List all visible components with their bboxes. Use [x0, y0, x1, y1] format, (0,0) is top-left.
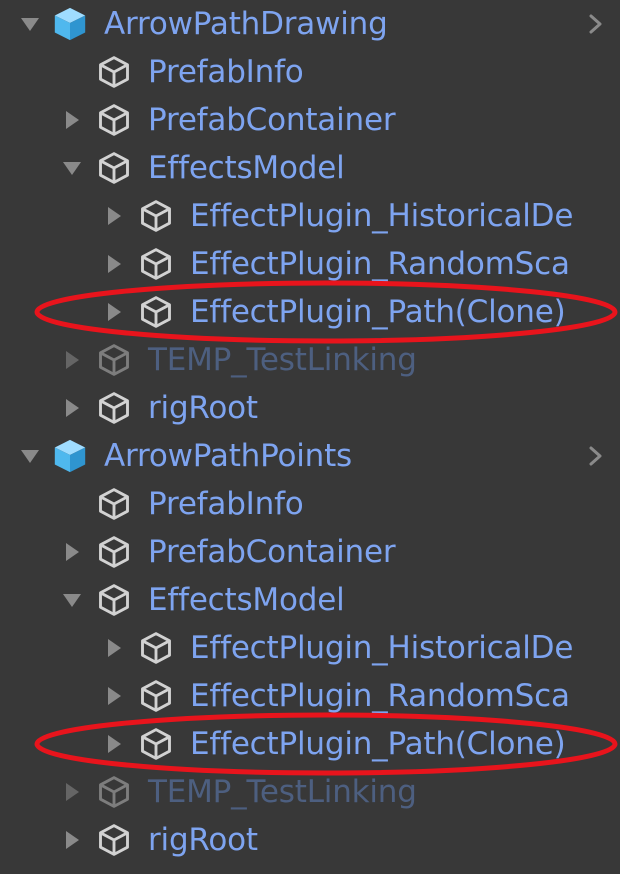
- gameobject-icon: [136, 196, 176, 236]
- gameobject-icon: [94, 484, 134, 524]
- hierarchy-root-arrowpathpoints[interactable]: ArrowPathPoints: [0, 432, 620, 480]
- chevron-right-icon[interactable]: [584, 12, 608, 36]
- hierarchy-item-label: TEMP_TestLinking: [148, 342, 417, 378]
- gameobject-icon: [94, 580, 134, 620]
- chevron-right-icon[interactable]: [584, 444, 608, 468]
- hierarchy-item-label: PrefabContainer: [148, 102, 396, 138]
- gameobject-icon: [94, 148, 134, 188]
- gameobject-icon: [94, 388, 134, 428]
- hierarchy-tree: ArrowPathDrawing PrefabInfo PrefabContaine…: [0, 0, 620, 874]
- hierarchy-item-label: PrefabContainer: [148, 534, 396, 570]
- hierarchy-root-arrowpathdrawing[interactable]: ArrowPathDrawing: [0, 0, 620, 48]
- hierarchy-item-effectplugin-path-clone[interactable]: EffectPlugin_Path(Clone): [0, 720, 620, 768]
- expanded-arrow-icon[interactable]: [60, 156, 84, 180]
- collapsed-arrow-icon[interactable]: [102, 204, 126, 228]
- hierarchy-item-prefabinfo[interactable]: PrefabInfo: [0, 48, 620, 96]
- hierarchy-item-label: rigRoot: [148, 390, 258, 426]
- prefab-icon: [50, 4, 90, 44]
- gameobject-icon: [94, 772, 134, 812]
- hierarchy-item-label: rigRoot: [148, 822, 258, 858]
- hierarchy-item-prefabcontainer[interactable]: PrefabContainer: [0, 528, 620, 576]
- hierarchy-item-label: TEMP_TestLinking: [148, 774, 417, 810]
- collapsed-arrow-icon[interactable]: [60, 780, 84, 804]
- gameobject-icon: [94, 100, 134, 140]
- expanded-arrow-icon[interactable]: [60, 588, 84, 612]
- hierarchy-item-label: EffectsModel: [148, 582, 345, 618]
- gameobject-icon: [136, 628, 176, 668]
- hierarchy-item-prefabcontainer[interactable]: PrefabContainer: [0, 96, 620, 144]
- collapsed-arrow-icon[interactable]: [60, 396, 84, 420]
- hierarchy-item-label: EffectPlugin_Path(Clone): [190, 294, 566, 330]
- hierarchy-item-effectplugin-randomsca[interactable]: EffectPlugin_RandomSca: [0, 672, 620, 720]
- hierarchy-item-effectsmodel[interactable]: EffectsModel: [0, 144, 620, 192]
- collapsed-arrow-icon[interactable]: [60, 108, 84, 132]
- hierarchy-item-label: EffectPlugin_HistoricalDe: [190, 630, 574, 666]
- gameobject-icon: [136, 292, 176, 332]
- hierarchy-item-effectplugin-historicalde[interactable]: EffectPlugin_HistoricalDe: [0, 624, 620, 672]
- hierarchy-item-rigroot[interactable]: rigRoot: [0, 384, 620, 432]
- hierarchy-item-label: PrefabInfo: [148, 486, 304, 522]
- gameobject-icon: [94, 820, 134, 860]
- collapsed-arrow-icon[interactable]: [60, 348, 84, 372]
- collapsed-arrow-icon[interactable]: [102, 684, 126, 708]
- hierarchy-item-label: EffectPlugin_HistoricalDe: [190, 198, 574, 234]
- collapsed-arrow-icon[interactable]: [102, 732, 126, 756]
- gameobject-icon: [94, 532, 134, 572]
- hierarchy-item-label: EffectPlugin_Path(Clone): [190, 726, 566, 762]
- collapsed-arrow-icon[interactable]: [102, 252, 126, 276]
- hierarchy-item-prefabinfo[interactable]: PrefabInfo: [0, 480, 620, 528]
- expanded-arrow-icon[interactable]: [18, 12, 42, 36]
- gameobject-icon: [136, 244, 176, 284]
- collapsed-arrow-icon[interactable]: [60, 828, 84, 852]
- hierarchy-item-rigroot[interactable]: rigRoot: [0, 816, 620, 864]
- hierarchy-item-effectplugin-historicalde[interactable]: EffectPlugin_HistoricalDe: [0, 192, 620, 240]
- hierarchy-item-label: ArrowPathDrawing: [104, 6, 388, 42]
- hierarchy-item-effectsmodel[interactable]: EffectsModel: [0, 576, 620, 624]
- hierarchy-item-label: ArrowPathPoints: [104, 438, 353, 474]
- prefab-icon: [50, 436, 90, 476]
- hierarchy-item-label: EffectPlugin_RandomSca: [190, 246, 570, 282]
- expanded-arrow-icon[interactable]: [18, 444, 42, 468]
- collapsed-arrow-icon[interactable]: [60, 540, 84, 564]
- hierarchy-item-temp-testlinking[interactable]: TEMP_TestLinking: [0, 336, 620, 384]
- gameobject-icon: [136, 676, 176, 716]
- hierarchy-item-label: EffectPlugin_RandomSca: [190, 678, 570, 714]
- hierarchy-item-effectplugin-randomsca[interactable]: EffectPlugin_RandomSca: [0, 240, 620, 288]
- hierarchy-item-label: PrefabInfo: [148, 54, 304, 90]
- gameobject-icon: [94, 340, 134, 380]
- collapsed-arrow-icon[interactable]: [102, 636, 126, 660]
- hierarchy-item-temp-testlinking[interactable]: TEMP_TestLinking: [0, 768, 620, 816]
- collapsed-arrow-icon[interactable]: [102, 300, 126, 324]
- hierarchy-item-label: EffectsModel: [148, 150, 345, 186]
- hierarchy-item-effectplugin-path-clone[interactable]: EffectPlugin_Path(Clone): [0, 288, 620, 336]
- gameobject-icon: [94, 52, 134, 92]
- gameobject-icon: [136, 724, 176, 764]
